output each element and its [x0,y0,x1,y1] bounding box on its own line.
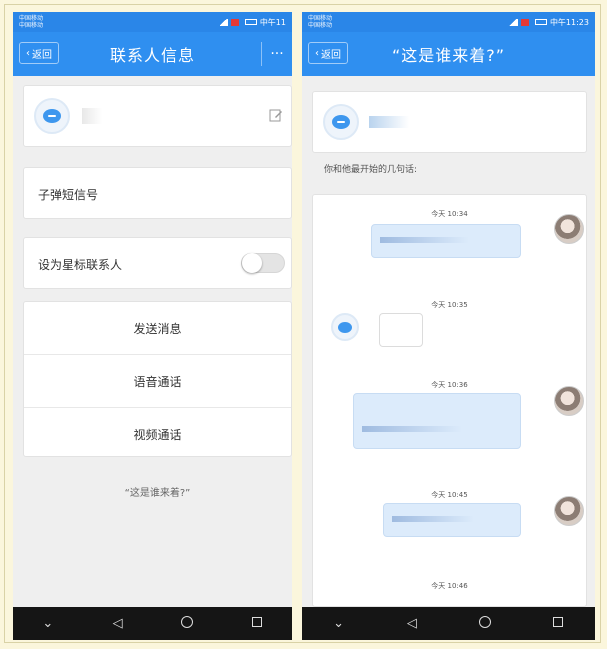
more-icon: ··· [270,46,284,62]
status-bar: 中国移动 中国移动 中午11:23 [302,12,595,32]
status-time: 中午11:23 [549,17,589,27]
chat-timestamp: 今天 10:36 [431,381,468,389]
recent-button[interactable] [245,616,269,631]
page-title: 联系人信息 [109,46,195,65]
contact-name-redacted [369,116,409,128]
chat-timestamp: 今天 10:34 [431,210,468,218]
conversation-subtitle: 你和他最开始的几句话: [324,165,418,175]
home-button[interactable] [175,615,199,632]
chevron-down-icon[interactable]: ⌄ [327,616,351,631]
send-message-button[interactable]: 发送消息 [24,302,291,355]
chat-timestamp: 今天 10:45 [431,491,468,499]
back-label: 返回 [32,49,52,61]
who-is-this-screen: 中国移动 中国移动 中午11:23 ‹ 返回 “这是谁来着?” 你和他最开始的几… [302,12,595,640]
triangle-back-icon[interactable]: ◁ [106,616,130,631]
title-bar: ‹ 返回 联系人信息 ··· [13,32,292,76]
my-message-bubble[interactable] [353,393,521,449]
app-id-row[interactable]: 子弹短信号 [23,167,292,219]
more-button[interactable]: ··· [261,42,292,66]
star-toggle[interactable] [241,253,285,273]
voice-call-button[interactable]: 语音通话 [24,355,291,408]
home-button[interactable] [473,615,497,632]
app-id-label: 子弹短信号 [38,188,99,202]
my-avatar [554,386,584,416]
actions-card: 发送消息 语音通话 视频通话 [23,301,292,457]
my-avatar [554,496,584,526]
chat-history: 今天 10:34 今天 10:35 今天 10:36 今天 10:45 今天 1… [312,194,587,607]
square-recent-icon [553,617,564,627]
contact-name-redacted [82,108,102,124]
signal-icon [217,18,228,26]
chat-timestamp: 今天 10:35 [431,301,468,309]
my-message-bubble[interactable] [383,503,521,537]
edit-icon[interactable] [269,108,283,122]
my-message-bubble[interactable] [371,224,521,258]
circle-home-icon [181,615,194,628]
page-title: “这是谁来着?” [391,46,506,65]
status-bar: 中国移动 中国移动 中午11 [13,12,292,32]
star-contact-label: 设为星标联系人 [38,258,123,272]
message-bubble-icon [34,98,70,134]
chevron-left-icon: ‹ [26,47,30,59]
carrier-1: 中国移动 [19,15,44,22]
my-avatar [554,214,584,244]
nav-bar: ⌄ ◁ [13,607,292,640]
battery-icon [534,19,547,25]
message-bubble-icon [331,313,359,341]
chevron-down-icon[interactable]: ⌄ [36,616,60,631]
contact-card[interactable] [23,85,292,147]
nav-bar: ⌄ ◁ [302,607,595,640]
triangle-back-icon[interactable]: ◁ [400,616,424,631]
chat-timestamp: 今天 10:46 [431,582,468,590]
contact-info-screen: 中国移动 中国移动 中午11 ‹ 返回 联系人信息 ··· 子弹短信号 设为星标… [13,12,292,640]
notification-icon [230,18,239,26]
contact-card[interactable] [312,91,587,153]
recent-button[interactable] [546,616,570,631]
carrier-2: 中国移动 [308,22,333,29]
carrier-2: 中国移动 [19,22,44,29]
title-bar: ‹ 返回 “这是谁来着?” [302,32,595,76]
star-contact-row: 设为星标联系人 [23,237,292,289]
peer-message-bubble[interactable] [379,313,423,347]
carrier-1: 中国移动 [308,15,333,22]
toggle-knob [242,253,262,273]
battery-icon [244,19,257,25]
notification-icon [520,18,529,26]
square-recent-icon [252,617,263,627]
circle-home-icon [479,615,492,628]
message-bubble-icon [323,104,359,140]
signal-icon [507,18,518,26]
video-call-button[interactable]: 视频通话 [24,408,291,460]
status-time: 中午11 [259,17,286,27]
who-is-this-link[interactable]: “这是谁来着?” [23,484,292,499]
back-button[interactable]: ‹ 返回 [19,42,59,64]
back-button[interactable]: ‹ 返回 [308,42,348,64]
chevron-left-icon: ‹ [315,47,319,59]
back-label: 返回 [321,49,341,61]
